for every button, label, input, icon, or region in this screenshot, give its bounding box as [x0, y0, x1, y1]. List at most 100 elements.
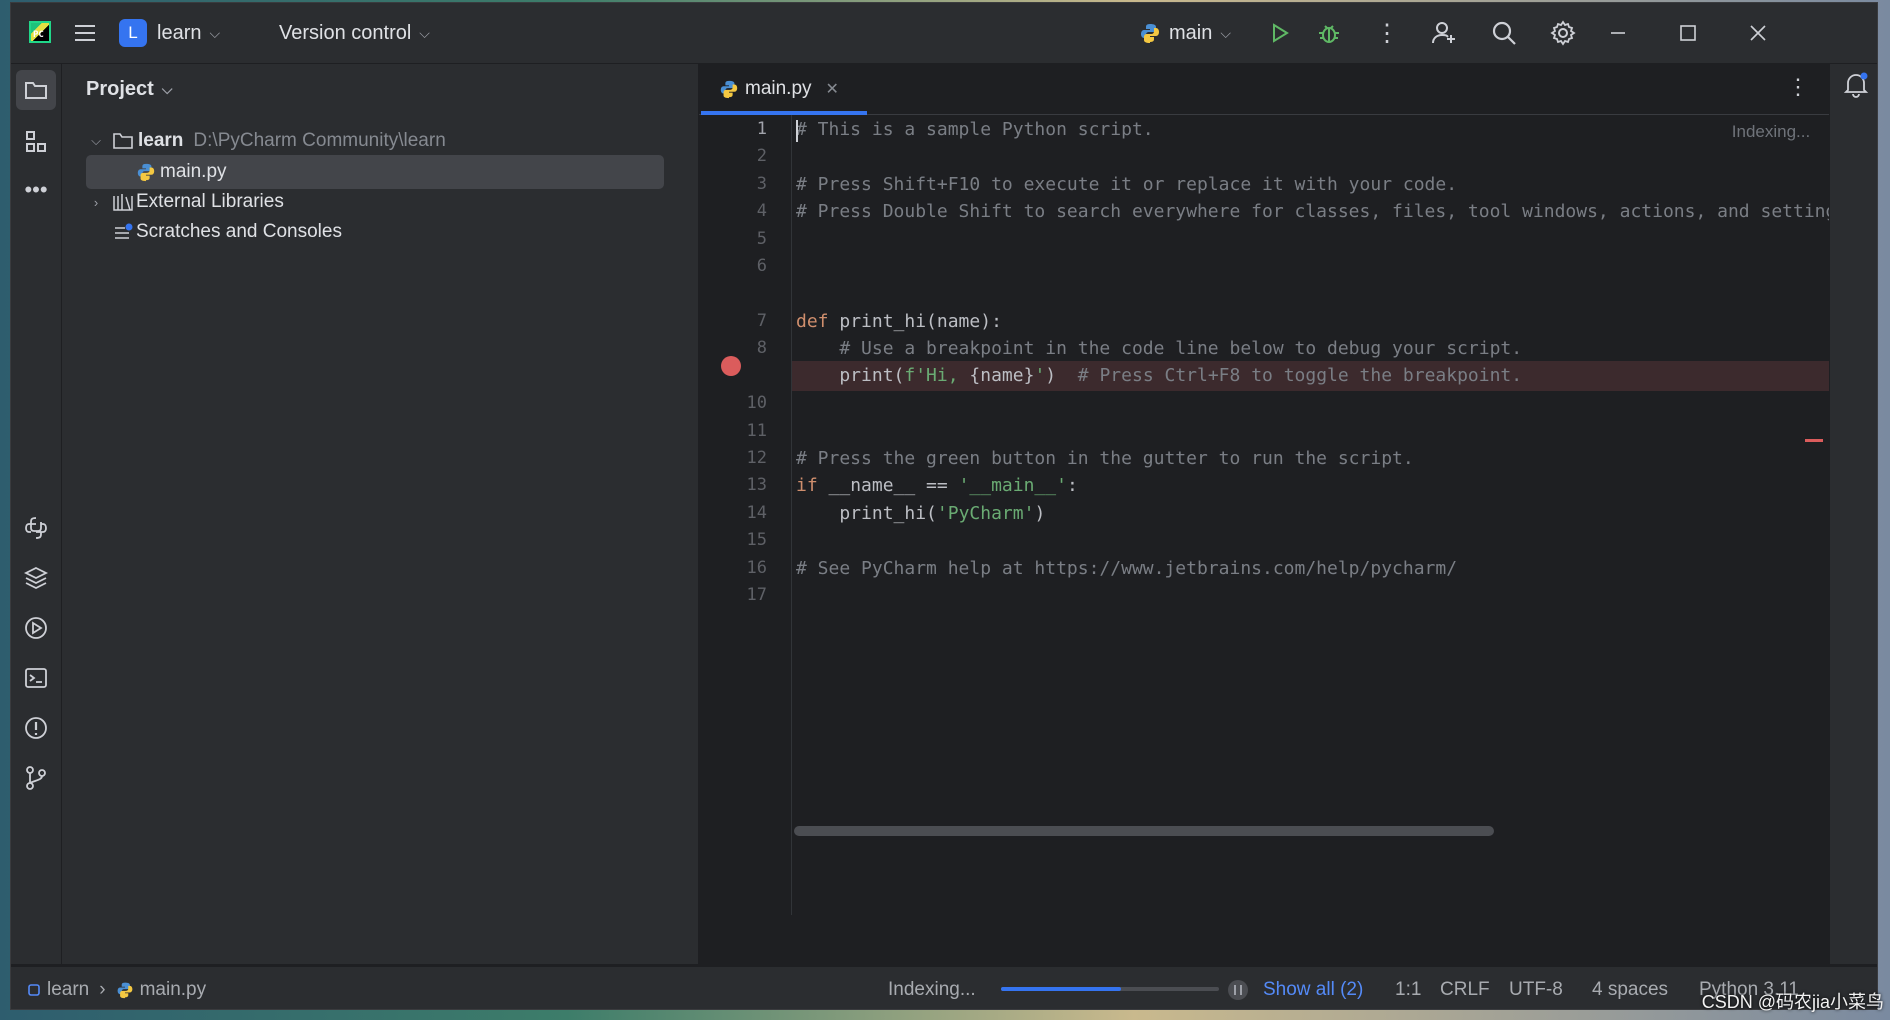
- library-icon: [113, 194, 133, 211]
- code-line-16: # See PyCharm help at https://www.jetbra…: [796, 558, 1458, 579]
- string: '__main__': [958, 475, 1067, 496]
- string: 'PyCharm': [936, 503, 1035, 524]
- tree-label: Scratches and Consoles: [136, 221, 342, 242]
- play-icon: [1273, 23, 1289, 43]
- settings-button[interactable]: [1550, 3, 1576, 63]
- notifications-button[interactable]: [1842, 70, 1870, 103]
- more-vertical-icon: ⋮: [1375, 19, 1399, 47]
- git-tool-button[interactable]: [16, 758, 56, 798]
- project-tool-button[interactable]: [16, 70, 56, 110]
- code-text: print_hi(name):: [828, 311, 1002, 332]
- editor-area: main.py ✕ ⋮ 1 2 3 4 5 6 7 8 10 11 12 13 …: [699, 64, 1832, 964]
- folder-icon: [25, 82, 47, 99]
- code-line-9-breakpoint: print(f'Hi, {name}') # Press Ctrl+F8 to …: [792, 361, 1832, 391]
- structure-tool-button[interactable]: [16, 122, 56, 162]
- code-text: :: [1066, 475, 1078, 496]
- git-branch-icon: [26, 766, 46, 790]
- close-window-button[interactable]: [1749, 3, 1767, 63]
- tree-item-scratches[interactable]: Scratches and Consoles: [86, 215, 664, 249]
- python-file-icon: [137, 163, 155, 182]
- tree-item-learn[interactable]: ⌵ learn D:\PyCharm Community\learn: [86, 124, 664, 158]
- code-text: __name__ ==: [817, 475, 959, 496]
- code-text: ): [1034, 503, 1046, 524]
- line-number: 1: [756, 119, 767, 139]
- chevron-right-icon[interactable]: ›: [86, 195, 106, 210]
- keyword: if: [796, 475, 818, 496]
- code-text: {name}: [969, 365, 1035, 386]
- more-vertical-icon: ⋮: [1787, 74, 1809, 99]
- problems-tool-button[interactable]: [16, 708, 56, 748]
- breakpoint-icon[interactable]: [721, 356, 741, 376]
- keyword: def: [796, 311, 829, 332]
- line-separator[interactable]: CRLF: [1440, 967, 1490, 1009]
- line-number: 11: [746, 421, 767, 441]
- layers-tool-button[interactable]: [16, 558, 56, 598]
- tab-options-button[interactable]: ⋮: [1787, 74, 1809, 100]
- tree-label: main.py: [160, 161, 227, 182]
- project-panel-header[interactable]: Project ⌵: [86, 78, 172, 101]
- python-packages-button[interactable]: [16, 508, 56, 548]
- search-everywhere-button[interactable]: [1491, 3, 1517, 63]
- indexing-status[interactable]: Indexing...: [888, 967, 976, 1009]
- status-bar: learn › main.py Indexing... Show all (2)…: [11, 966, 1877, 1009]
- debug-button[interactable]: [1317, 3, 1341, 63]
- line-number: 3: [756, 174, 767, 194]
- code-editor[interactable]: # This is a sample Python script. # Pres…: [792, 115, 1832, 905]
- tree-item-external-libraries[interactable]: › External Libraries: [86, 185, 664, 219]
- breadcrumb-file[interactable]: main.py: [140, 979, 207, 1001]
- maximize-icon: [1680, 25, 1696, 41]
- project-tool-window: Project ⌵ ⌵ learn D:\PyCharm Community\l…: [62, 64, 699, 964]
- more-actions-button[interactable]: ⋮: [1375, 3, 1399, 63]
- line-number-gutter[interactable]: 1 2 3 4 5 6 7 8 10 11 12 13 14 15 16 17: [699, 115, 792, 915]
- breadcrumb-project[interactable]: learn: [47, 979, 89, 1001]
- more-tools-button[interactable]: •••: [16, 170, 56, 210]
- project-name: learn: [157, 21, 202, 44]
- expand-arrow-icon[interactable]: ⌵: [86, 133, 106, 149]
- minimize-button[interactable]: [1609, 3, 1627, 63]
- run-button[interactable]: [1269, 3, 1291, 63]
- python-console-icon: [25, 517, 47, 539]
- indent-setting[interactable]: 4 spaces: [1592, 967, 1668, 1009]
- code-with-me-button[interactable]: [1431, 3, 1457, 63]
- line-number: 8: [756, 338, 767, 358]
- caret-position[interactable]: 1:1: [1395, 967, 1421, 1009]
- pause-icon: [1228, 979, 1248, 1000]
- code-line-13: if __name__ == '__main__':: [792, 471, 1832, 501]
- chevron-right-icon: ›: [99, 978, 106, 1000]
- line-number: 13: [746, 475, 767, 495]
- maximize-button[interactable]: [1679, 3, 1697, 63]
- watermark: CSDN @码农jia小菜鸟: [1701, 992, 1884, 1012]
- show-all-link[interactable]: Show all (2): [1263, 967, 1363, 1009]
- tab-main-py[interactable]: main.py ✕: [699, 64, 867, 114]
- main-menu-button[interactable]: [73, 3, 97, 63]
- run-config-selector[interactable]: main ⌵: [1139, 3, 1231, 63]
- code-line-7: def print_hi(name):: [792, 307, 1832, 337]
- warning-circle-icon: [25, 717, 47, 739]
- line-number: 5: [756, 229, 767, 249]
- code-line-8: # Use a breakpoint in the code line belo…: [796, 338, 1523, 359]
- pause-indexing-button[interactable]: [1227, 967, 1249, 1009]
- breakpoint-marker[interactable]: [1805, 439, 1823, 442]
- terminal-tool-button[interactable]: [16, 658, 56, 698]
- line-number: 16: [746, 558, 767, 578]
- file-encoding[interactable]: UTF-8: [1509, 967, 1563, 1009]
- editor-tab-bar: main.py ✕ ⋮: [699, 64, 1829, 115]
- project-panel-title: Project: [86, 78, 154, 100]
- tab-label: main.py: [745, 78, 812, 99]
- close-icon[interactable]: ✕: [826, 79, 839, 99]
- line-number: 6: [756, 256, 767, 276]
- module-icon: [28, 983, 40, 996]
- comment: # Press Ctrl+F8 to toggle the breakpoint…: [1077, 365, 1523, 386]
- line-number: 10: [746, 393, 767, 413]
- gear-icon: [1550, 20, 1576, 46]
- chevron-down-icon: ⌵: [161, 81, 173, 97]
- minimize-icon: [1611, 32, 1625, 34]
- project-switcher[interactable]: L learn ⌵: [119, 3, 220, 63]
- tree-item-main-py[interactable]: main.py: [86, 155, 664, 189]
- horizontal-scrollbar[interactable]: [794, 826, 1494, 836]
- code-line-4: # Press Double Shift to search everywher…: [796, 201, 1832, 222]
- line-number: 17: [746, 585, 767, 605]
- version-control-menu[interactable]: Version control ⌵: [279, 3, 430, 63]
- services-tool-button[interactable]: [16, 608, 56, 648]
- chevron-down-icon: ⌵: [1220, 24, 1231, 41]
